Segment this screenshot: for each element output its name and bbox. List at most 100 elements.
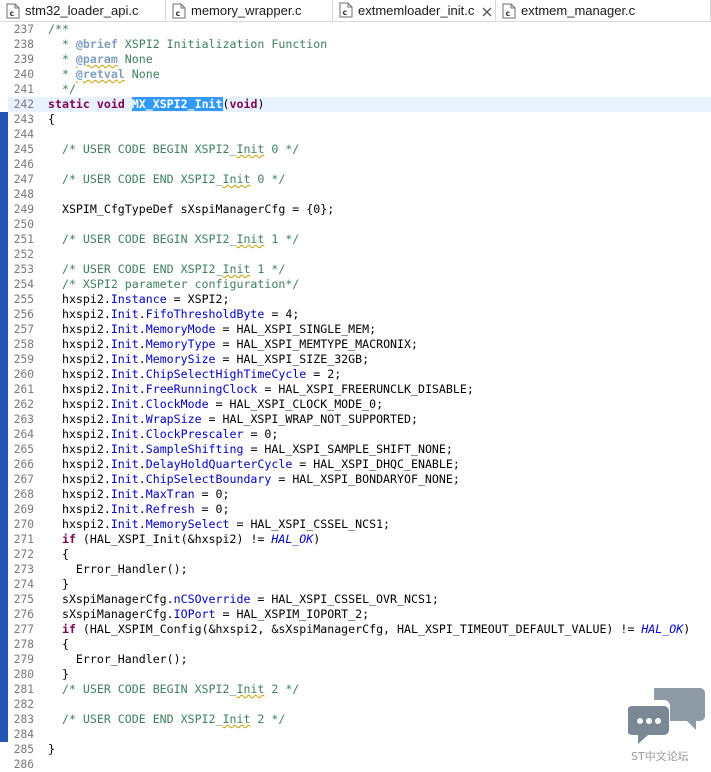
code-line[interactable]: 256 hxspi2.Init.FifoThresholdByte = 4; [0,307,711,322]
code-line[interactable]: 247 /* USER CODE END XSPI2_Init 0 */ [0,172,711,187]
code-text: { [48,637,69,651]
code-text: hxspi2.Init.FreeRunningClock = HAL_XSPI_… [48,382,474,396]
code-line[interactable]: 259 hxspi2.Init.MemorySize = HAL_XSPI_SI… [0,352,711,367]
code-text: */ [48,82,76,96]
code-line[interactable]: 276 sXspiManagerCfg.IOPort = HAL_XSPIM_I… [0,607,711,622]
line-number: 242 [13,98,34,111]
code-line[interactable]: 250 [0,217,711,232]
tab-stm32-loader-api[interactable]: c stm32_loader_api.c [0,0,166,21]
code-line[interactable]: 244 [0,127,711,142]
tab-extmemloader-init[interactable]: c extmemloader_init.c [333,0,496,21]
code-line[interactable]: 257 hxspi2.Init.MemoryMode = HAL_XSPI_SI… [0,322,711,337]
code-line[interactable]: 284 [0,727,711,742]
code-text: Error_Handler(); [48,652,188,666]
code-line[interactable]: 274 } [0,577,711,592]
code-line[interactable]: 273 Error_Handler(); [0,562,711,577]
line-number: 270 [13,518,34,531]
tab-memory-wrapper[interactable]: c memory_wrapper.c [166,0,333,21]
code-text: hxspi2.Init.FifoThresholdByte = 4; [48,307,300,321]
code-line[interactable]: 278 { [0,637,711,652]
change-marker [0,67,8,82]
code-text: Error_Handler(); [48,562,188,576]
change-marker [0,172,8,187]
line-number: 262 [13,398,34,411]
code-line[interactable]: 248 [0,187,711,202]
code-line[interactable]: 254 /* XSPI2 parameter configuration*/ [0,277,711,292]
code-line[interactable]: 240 * @retval None [0,67,711,82]
line-number: 271 [13,533,34,546]
line-number: 238 [13,38,34,51]
code-line[interactable]: 268 hxspi2.Init.MaxTran = 0; [0,487,711,502]
code-line[interactable]: 281 /* USER CODE BEGIN XSPI2_Init 2 */ [0,682,711,697]
change-marker [0,712,8,727]
code-line[interactable]: 243 { [0,112,711,127]
line-number: 249 [13,203,34,216]
change-marker [0,307,8,322]
code-line[interactable]: 264 hxspi2.Init.ClockPrescaler = 0; [0,427,711,442]
code-line[interactable]: 255 hxspi2.Instance = XSPI2; [0,292,711,307]
code-text: /* USER CODE END XSPI2_Init 1 */ [48,262,286,276]
code-line[interactable]: 267 hxspi2.Init.ChipSelectBoundary = HAL… [0,472,711,487]
code-line[interactable]: 285} [0,742,711,757]
code-line[interactable]: 279 Error_Handler(); [0,652,711,667]
code-text: } [48,577,69,591]
change-marker [0,427,8,442]
code-line[interactable]: 239 * @param None [0,52,711,67]
line-number: 260 [13,368,34,381]
code-text: static void MX_XSPI2_Init(void) [48,97,265,111]
change-marker [0,622,8,637]
change-marker [0,532,8,547]
code-text: hxspi2.Init.ClockMode = HAL_XSPI_CLOCK_M… [48,397,384,411]
line-number: 259 [13,353,34,366]
line-number: 239 [13,53,34,66]
code-line[interactable]: 280 } [0,667,711,682]
tab-extmem-manager[interactable]: c extmem_manager.c [496,0,711,21]
svg-text:c: c [343,8,348,17]
code-line[interactable]: 260 hxspi2.Init.ChipSelectHighTimeCycle … [0,367,711,382]
change-marker [0,472,8,487]
code-line[interactable]: 252 [0,247,711,262]
code-line[interactable]: 251 /* USER CODE BEGIN XSPI2_Init 1 */ [0,232,711,247]
change-marker [0,322,8,337]
code-line[interactable]: 265 hxspi2.Init.SampleShifting = HAL_XSP… [0,442,711,457]
code-line[interactable]: 242 static void MX_XSPI2_Init(void) [0,97,711,112]
line-number: 264 [13,428,34,441]
code-editor[interactable]: 237/** 238 * @brief XSPI2 Initialization … [0,22,711,772]
line-number: 244 [13,128,34,141]
change-marker [0,547,8,562]
line-number: 281 [13,683,34,696]
code-text: hxspi2.Init.MemoryMode = HAL_XSPI_SINGLE… [48,322,377,336]
code-line[interactable]: 263 hxspi2.Init.WrapSize = HAL_XSPI_WRAP… [0,412,711,427]
change-marker [0,592,8,607]
code-line[interactable]: 282 [0,697,711,712]
code-line[interactable]: 277 if (HAL_XSPIM_Config(&hxspi2, &sXspi… [0,622,711,637]
code-line[interactable]: 245 /* USER CODE BEGIN XSPI2_Init 0 */ [0,142,711,157]
code-line[interactable]: 275 sXspiManagerCfg.nCSOverride = HAL_XS… [0,592,711,607]
line-number: 254 [13,278,34,291]
watermark-text: ST中文论坛 [631,750,689,763]
line-number: 247 [13,173,34,186]
code-line[interactable]: 238 * @brief XSPI2 Initialization Functi… [0,37,711,52]
line-number: 283 [13,713,34,726]
close-icon[interactable] [482,5,492,17]
code-line[interactable]: 272 { [0,547,711,562]
code-line[interactable]: 241 */ [0,82,711,97]
code-line[interactable]: 271 if (HAL_XSPI_Init(&hxspi2) != HAL_OK… [0,532,711,547]
change-marker [0,667,8,682]
code-text: } [48,667,69,681]
code-line[interactable]: 237 /** [0,22,711,37]
code-line[interactable]: 253 /* USER CODE END XSPI2_Init 1 */ [0,262,711,277]
code-line[interactable]: 258 hxspi2.Init.MemoryType = HAL_XSPI_ME… [0,337,711,352]
code-line[interactable]: 269 hxspi2.Init.Refresh = 0; [0,502,711,517]
code-line[interactable]: 261 hxspi2.Init.FreeRunningClock = HAL_X… [0,382,711,397]
code-line[interactable]: 262 hxspi2.Init.ClockMode = HAL_XSPI_CLO… [0,397,711,412]
change-marker [0,52,8,67]
line-number: 256 [13,308,34,321]
code-line[interactable]: 266 hxspi2.Init.DelayHoldQuarterCycle = … [0,457,711,472]
code-line[interactable]: 283 /* USER CODE END XSPI2_Init 2 */ [0,712,711,727]
change-marker [0,562,8,577]
code-text: /* XSPI2 parameter configuration*/ [48,277,300,291]
code-line[interactable]: 270 hxspi2.Init.MemorySelect = HAL_XSPI_… [0,517,711,532]
code-line[interactable]: 249 XSPIM_CfgTypeDef sXspiManagerCfg = {… [0,202,711,217]
code-line[interactable]: 246 [0,157,711,172]
